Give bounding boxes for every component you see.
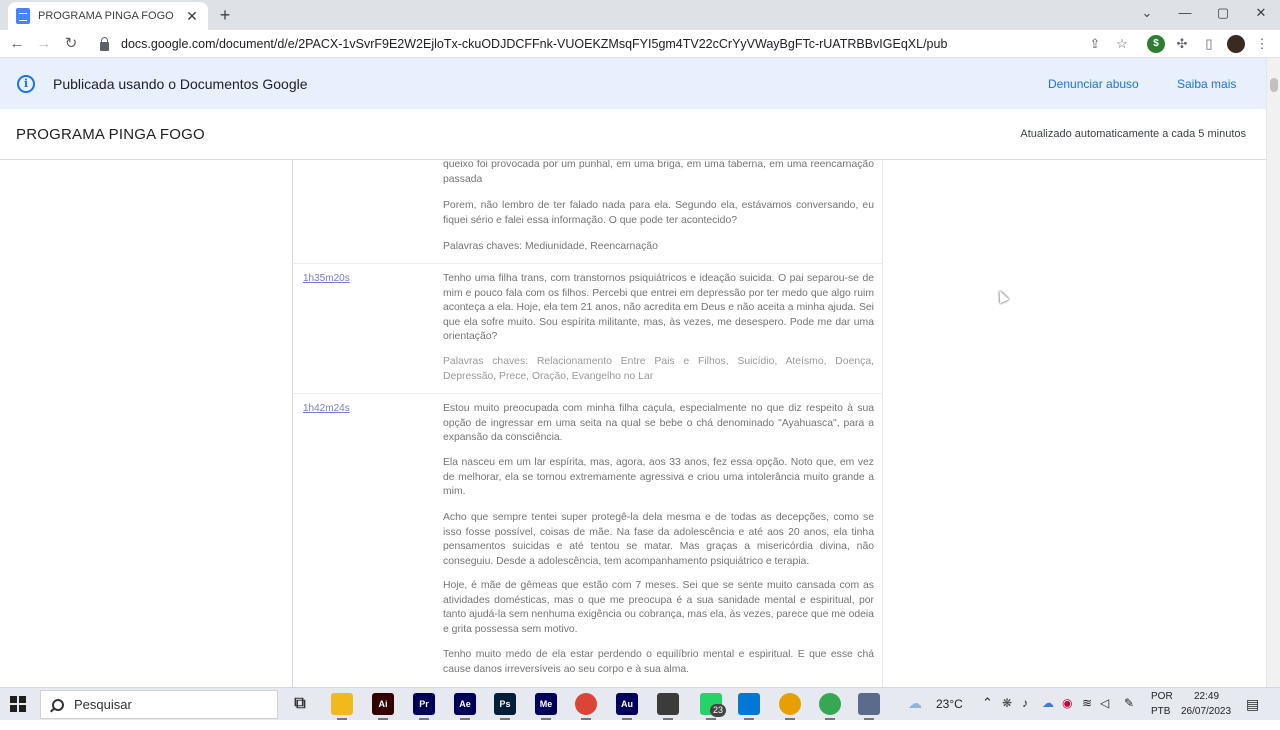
forward-icon[interactable]: → (33, 34, 55, 54)
lock-icon[interactable] (100, 36, 109, 51)
entry-paragraph: Ela nasceu em um lar espírita, mas, agor… (443, 457, 874, 497)
entry-paragraph: Estou muito preocupada com minha filha c… (443, 403, 874, 443)
back-icon[interactable]: ← (6, 34, 28, 54)
row-divider (292, 263, 883, 264)
google-docs-icon (16, 8, 30, 24)
side-panel-icon[interactable]: ▯ (1200, 35, 1218, 53)
timestamp-link[interactable]: 1h42m24s (303, 403, 350, 414)
published-banner: i Publicada usando o Documentos Google D… (0, 58, 1266, 109)
after-effects-icon[interactable]: Ae (454, 693, 476, 715)
extension-icon[interactable]: $ (1147, 35, 1165, 53)
entry-paragraph: queixo foi provocada por um punhal, em u… (443, 160, 874, 185)
photoshop-icon[interactable]: Ps (494, 693, 516, 715)
doc-header: PROGRAMA PINGA FOGO Atualizado automatic… (0, 109, 1266, 160)
banner-text: Publicada usando o Documentos Google (53, 76, 308, 92)
chrome-3-icon[interactable] (819, 693, 841, 715)
antivirus-icon[interactable]: ◉ (1062, 696, 1072, 729)
chrome-2-icon[interactable] (779, 693, 801, 715)
wifi-icon[interactable]: ≋ (1082, 696, 1092, 729)
mouse-cursor (994, 288, 1010, 304)
taskbar-search-label: Pesquisar (74, 697, 132, 712)
notifications-icon[interactable]: ▤ (1246, 696, 1259, 729)
cloud-icon[interactable]: ☁ (1042, 696, 1054, 729)
audition-icon[interactable]: Au (616, 693, 638, 715)
page-scrollbar[interactable] (1266, 58, 1280, 687)
file-explorer-icon[interactable] (331, 693, 353, 715)
mail-icon[interactable] (738, 693, 760, 715)
tab-title: PROGRAMA PINGA FOGO (38, 10, 174, 22)
whatsapp-unread-badge: 23 (710, 704, 727, 717)
windows-start-icon[interactable] (10, 696, 26, 712)
browser-toolbar: ← → ↻ docs.google.com/document/d/e/2PACX… (0, 30, 1280, 58)
chrome-icon[interactable] (575, 693, 597, 715)
minimize-button[interactable]: — (1165, 0, 1205, 30)
bookmark-star-icon[interactable]: ☆ (1113, 35, 1131, 53)
premiere-icon[interactable]: Pr (413, 693, 435, 715)
learn-more-link[interactable]: Saiba mais (1177, 77, 1236, 91)
auto-update-note: Atualizado automaticamente a cada 5 minu… (1020, 128, 1246, 140)
new-tab-button[interactable]: + (214, 4, 236, 26)
doc-title: PROGRAMA PINGA FOGO (16, 126, 205, 143)
document-body: queixo foi provocada por um punhal, em u… (0, 160, 1266, 687)
task-view-icon[interactable]: ⧉ (289, 693, 311, 715)
report-abuse-link[interactable]: Denunciar abuso (1048, 77, 1139, 91)
media-encoder-icon[interactable]: Me (535, 693, 557, 715)
entry-paragraph: Tenho muito medo de ela estar perdendo o… (443, 649, 874, 675)
menu-kebab-icon[interactable]: ⋮ (1253, 35, 1271, 53)
volume-icon[interactable]: ◁ (1100, 696, 1109, 729)
close-tab-icon[interactable]: ✕ (184, 8, 200, 25)
illustrator-icon[interactable]: Ai (372, 693, 394, 715)
clock-time[interactable]: 22:49 (1194, 691, 1219, 702)
taskbar-search[interactable]: Pesquisar (40, 690, 278, 719)
extensions-puzzle-icon[interactable]: ✣ (1173, 35, 1191, 53)
language-code[interactable]: POR (1151, 691, 1173, 702)
entry-paragraph: Tenho uma filha trans, com transtornos p… (443, 273, 874, 342)
profile-avatar[interactable] (1227, 35, 1245, 53)
microphone-icon[interactable]: ♪ (1022, 696, 1028, 729)
weather-icon[interactable]: ☁ (908, 695, 922, 728)
maximize-button[interactable]: ▢ (1203, 0, 1243, 30)
address-bar[interactable]: docs.google.com/document/d/e/2PACX-1vSvr… (92, 33, 1092, 55)
keyboard-layout[interactable]: PTB (1151, 706, 1170, 717)
weather-temperature[interactable]: 23°C (936, 697, 963, 730)
entry-paragraph: Acho que sempre tentei super protegê-la … (443, 512, 874, 567)
tray-overflow-icon[interactable]: ⌃ (982, 695, 993, 728)
close-window-button[interactable]: ✕ (1241, 0, 1280, 30)
settings-app-icon[interactable] (858, 693, 880, 715)
windows-taskbar: Pesquisar ⧉ Ai Pr Ae Ps Me Au 23 ☁ 23°C ⌃ ❋ ♪ ☁… (0, 687, 1280, 720)
pen-icon[interactable]: ✎ (1124, 696, 1134, 729)
entry-paragraph: Hoje, é mãe de gêmeas que estão com 7 me… (443, 580, 874, 635)
entry-paragraph: Porem, não lembro de ter falado nada par… (443, 200, 874, 226)
share-icon[interactable]: ⇪ (1086, 35, 1104, 53)
tray-app-icon[interactable]: ❋ (1002, 696, 1012, 729)
info-icon: i (17, 75, 35, 93)
browser-tabstrip: PROGRAMA PINGA FOGO ✕ + ⌄ — ▢ ✕ (0, 0, 1280, 30)
scrollbar-thumb[interactable] (1270, 78, 1278, 92)
row-divider (292, 393, 883, 394)
entry-keywords: Palavras chaves: Relacionamento Entre Pa… (443, 356, 874, 382)
browser-tab[interactable]: PROGRAMA PINGA FOGO ✕ (8, 2, 208, 30)
timestamp-link[interactable]: 1h35m20s (303, 273, 350, 284)
entry-keywords: Palavras chaves: Mediunidade, Reencarnaç… (443, 241, 658, 252)
reload-icon[interactable]: ↻ (60, 34, 82, 54)
clock-date[interactable]: 26/07/2023 (1181, 706, 1231, 717)
app-dark-icon[interactable] (657, 693, 679, 715)
url-text[interactable]: docs.google.com/document/d/e/2PACX-1vSvr… (121, 37, 947, 51)
search-icon (52, 698, 64, 711)
tab-search-icon[interactable]: ⌄ (1127, 0, 1167, 30)
